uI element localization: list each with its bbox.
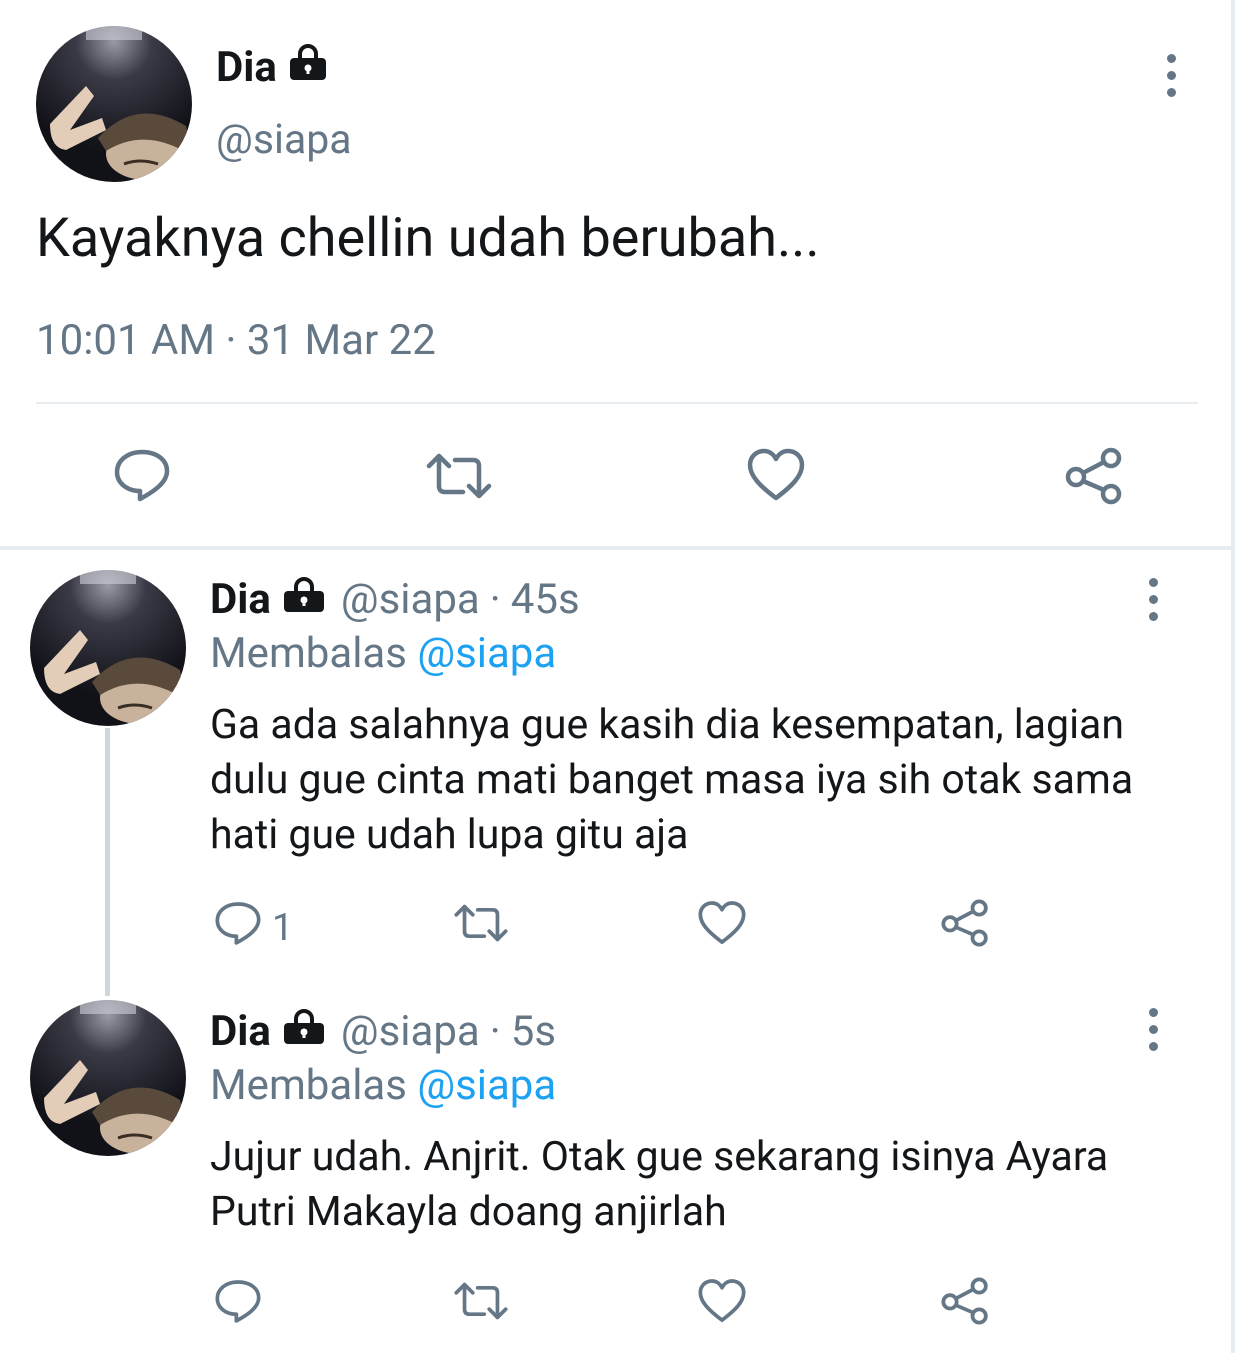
mention-link[interactable]: @siapa xyxy=(417,629,556,678)
separator: · xyxy=(489,1007,501,1056)
more-options-icon[interactable] xyxy=(1138,574,1168,624)
share-icon xyxy=(940,898,990,958)
divider xyxy=(36,402,1198,404)
lock-icon xyxy=(281,574,327,626)
tweet-age[interactable]: 45s xyxy=(511,574,580,626)
author-handle[interactable]: @siapa xyxy=(341,1006,480,1058)
mention-link[interactable]: @siapa xyxy=(417,1061,556,1110)
more-options-icon[interactable] xyxy=(1156,50,1186,100)
author-name[interactable]: Dia xyxy=(210,574,271,626)
reply-icon xyxy=(214,900,262,956)
share-icon xyxy=(1064,446,1124,516)
reply-count: 1 xyxy=(272,906,294,950)
reply-button[interactable] xyxy=(113,448,171,512)
avatar[interactable] xyxy=(30,1000,186,1156)
section-divider xyxy=(0,546,1235,550)
reply-text: Jujur udah. Anjrit. Otak gue sekarang is… xyxy=(210,1133,1109,1236)
like-button[interactable] xyxy=(697,1278,747,1334)
replying-label: Membalas xyxy=(210,629,407,678)
reply-header: Dia @siapa · 5s xyxy=(210,1006,556,1058)
avatar[interactable] xyxy=(30,570,186,726)
replying-to: Membalas @siapa xyxy=(210,1060,556,1112)
reply-header: Dia @siapa · 45s xyxy=(210,574,580,626)
tweet-actions xyxy=(0,440,1235,510)
tweet-text: Kayaknya chellin udah berubah... xyxy=(36,207,820,270)
author-name-text: Dia xyxy=(216,43,277,92)
like-icon xyxy=(697,900,747,956)
retweet-icon xyxy=(453,903,509,953)
more-options-icon[interactable] xyxy=(1138,1004,1168,1054)
tweet-timestamp[interactable]: 10:01 AM · 31 Mar 22 xyxy=(36,314,436,368)
retweet-button[interactable] xyxy=(453,1281,509,1331)
separator: · xyxy=(489,575,501,624)
scroll-edge xyxy=(1231,0,1235,1353)
like-icon xyxy=(697,1278,747,1334)
retweet-icon xyxy=(453,1281,509,1331)
reply-icon xyxy=(113,448,171,512)
retweet-button[interactable] xyxy=(453,903,509,953)
thread-connector xyxy=(105,728,110,996)
author-handle[interactable]: @siapa xyxy=(341,574,480,626)
replying-label: Membalas xyxy=(210,1061,407,1110)
reply-text: Ga ada salahnya gue kasih dia kesempatan… xyxy=(210,701,1134,859)
replying-to: Membalas @siapa xyxy=(210,628,556,680)
like-button[interactable] xyxy=(697,900,747,956)
reply-icon xyxy=(214,1278,262,1334)
share-icon xyxy=(940,1276,990,1336)
lock-icon xyxy=(287,42,329,94)
share-button[interactable] xyxy=(1064,446,1124,516)
avatar[interactable] xyxy=(36,26,192,182)
reply-button[interactable]: 1 xyxy=(214,900,293,956)
author-handle[interactable]: @siapa xyxy=(216,114,352,166)
like-icon xyxy=(746,448,806,512)
tweet-age[interactable]: 5s xyxy=(511,1006,556,1058)
retweet-button[interactable] xyxy=(425,452,493,510)
reply-button[interactable] xyxy=(214,1278,272,1334)
retweet-icon xyxy=(425,452,493,510)
like-button[interactable] xyxy=(746,448,806,512)
share-button[interactable] xyxy=(940,898,990,958)
author-name[interactable]: Dia xyxy=(216,42,329,94)
lock-icon xyxy=(281,1006,327,1058)
author-name[interactable]: Dia xyxy=(210,1006,271,1058)
tweet-detail-page: Dia @siapa Kayaknya chellin udah berubah… xyxy=(0,0,1235,1353)
share-button[interactable] xyxy=(940,1276,990,1336)
